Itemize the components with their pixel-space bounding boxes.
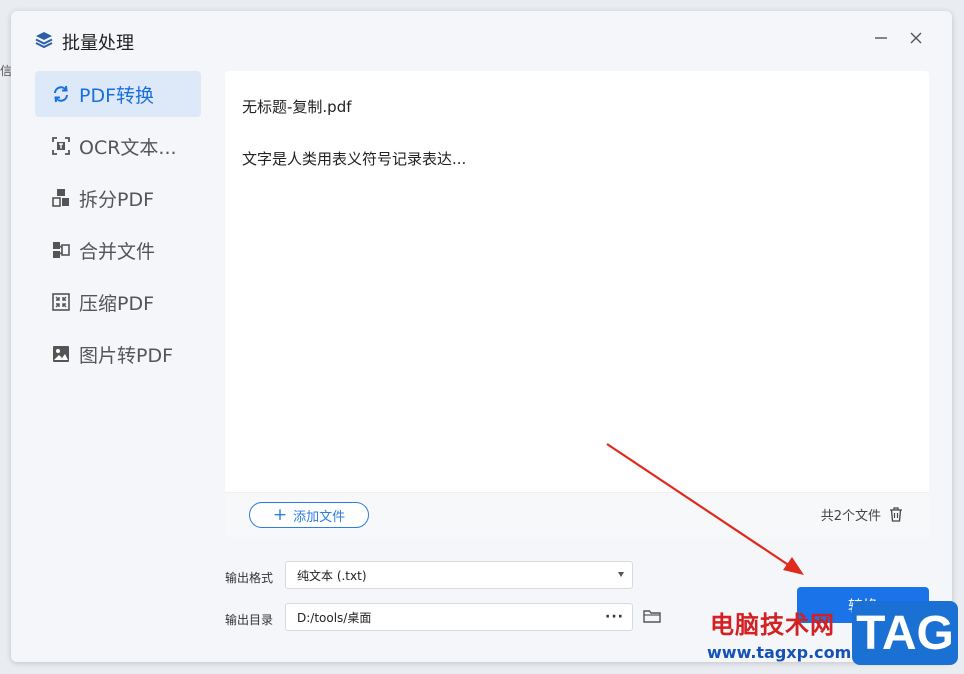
- annotation-arrow: [606, 443, 804, 575]
- watermark-url: www.tagxp.com: [707, 643, 852, 662]
- watermark-site-name: 电脑技术网: [710, 611, 835, 639]
- watermark-tag-logo: TAG: [852, 601, 958, 665]
